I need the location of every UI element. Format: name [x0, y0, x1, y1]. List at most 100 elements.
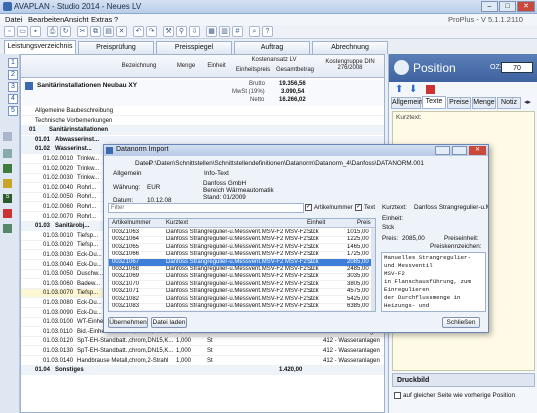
new-icon[interactable]: ▫	[4, 26, 15, 37]
oz-input[interactable]: 70	[501, 62, 533, 73]
level-4-button[interactable]: 4	[8, 94, 18, 104]
col-einheit[interactable]: Einheit	[307, 220, 325, 226]
langtext-line: und Messventil	[384, 262, 433, 269]
filter-artnr-checkbox[interactable]: ✓	[305, 204, 312, 211]
position-icon[interactable]	[3, 149, 12, 158]
row-text: Trinkw...	[77, 156, 100, 162]
langtext-box[interactable]: Manuelles Strangregulier- und Messventil…	[381, 252, 486, 312]
cut-icon[interactable]: ✂	[77, 26, 88, 37]
yellow-icon[interactable]	[3, 179, 12, 188]
filter-text-checkbox[interactable]: ✓	[355, 204, 362, 211]
col-kurztext[interactable]: Kurztext	[166, 220, 188, 226]
uebernehmen-button[interactable]: Übernehmen	[108, 317, 148, 328]
level-5-button[interactable]: 5	[8, 106, 18, 116]
schliessen-button[interactable]: Schließen	[442, 317, 480, 328]
level-2-button[interactable]: 2	[8, 70, 18, 80]
table-row[interactable]: 01 Sanitärinstallationen	[21, 126, 384, 136]
dialog-minimize-icon[interactable]	[435, 146, 450, 155]
table-row[interactable]: 01.03.0120 SpT-EH-Standbatt.,chrom,DN15,K…	[21, 337, 384, 347]
list-item[interactable]: 003Z1083 Danfoss Strangregulier-u.Messven…	[109, 303, 371, 311]
tab-preisspiegel[interactable]: Preisspiegel	[156, 41, 232, 54]
delete-position-icon[interactable]	[426, 85, 435, 94]
col-einheitspreis[interactable]: Einheitspreis	[233, 67, 273, 73]
list-cell-kurz: Danfoss Strangregulier-u.Messvent.MSV-F2…	[166, 251, 314, 258]
row-text: Sonstiges	[55, 367, 84, 374]
menu-datei[interactable]: Datei	[5, 15, 23, 24]
info-line-2: Bereich Wärmeautomatik	[203, 187, 274, 194]
dialog-close-icon[interactable]: ✕	[469, 146, 486, 155]
search-icon[interactable]: ⌕	[249, 26, 260, 37]
datei-laden-button[interactable]: Datei laden	[151, 317, 187, 328]
article-list[interactable]: Artikelnummer Kurztext Einheit Preis 003…	[108, 218, 376, 312]
filter-input[interactable]: Filter	[108, 203, 304, 213]
col-kostengruppe[interactable]: Kostengruppe DIN 276/2008	[319, 59, 381, 71]
col-einheit[interactable]: Einheit	[204, 63, 229, 69]
subtab-allgemein[interactable]: Allgemein	[391, 97, 423, 109]
list-cell-artnr: 003Z1082	[112, 295, 140, 302]
subtab-menge[interactable]: Menge	[472, 97, 496, 109]
col-gesamtbetrag[interactable]: Gesamtbetrag	[275, 67, 315, 73]
project-row[interactable]: Sanitärinstallationen Neubau XY Brutto 1…	[23, 80, 384, 106]
close-icon[interactable]: ✕	[517, 1, 535, 12]
tab-preispruefung[interactable]: Preisprüfung	[78, 41, 154, 54]
import-icon[interactable]: ⇩	[189, 26, 200, 37]
open-icon[interactable]: ▭	[17, 26, 28, 37]
delete-icon[interactable]: ✕	[116, 26, 127, 37]
menu-bearbeiten[interactable]: Bearbeiten	[28, 15, 64, 24]
copy-icon[interactable]: ⧉	[90, 26, 101, 37]
menu-help[interactable]: ?	[114, 15, 118, 24]
row-number: 01.03.0060	[43, 280, 74, 287]
subtab-notiz[interactable]: Notiz	[497, 97, 521, 109]
s-icon[interactable]: S	[3, 194, 12, 203]
tab-leistungsverzeichnis[interactable]: Leistungsverzeichnis	[4, 40, 76, 54]
maximize-icon[interactable]: □	[499, 1, 516, 12]
level-1-button[interactable]: 1	[8, 58, 18, 68]
col-artikelnummer[interactable]: Artikelnummer	[112, 220, 151, 226]
dialog-maximize-icon[interactable]	[452, 146, 467, 155]
grid-icon[interactable]: ▦	[206, 26, 217, 37]
subtab-texte[interactable]: Texte	[422, 96, 446, 109]
menu-extras[interactable]: Extras	[91, 15, 112, 24]
red-icon[interactable]	[3, 209, 12, 218]
tools-icon[interactable]: ⚒	[163, 26, 174, 37]
table-row[interactable]: 01.03.0130 SpT-EH-Standbatt.,chrom,DN15,K…	[21, 347, 384, 356]
save-icon[interactable]: ▪	[30, 26, 41, 37]
checkbox-row[interactable]: auf gleicher Seite wie vorherige Positio…	[394, 392, 537, 402]
redo-icon[interactable]: ↷	[146, 26, 157, 37]
col-preis[interactable]: Preis	[357, 220, 371, 226]
subtab-preise[interactable]: Preise	[447, 97, 471, 109]
col-bezeichnung[interactable]: Bezeichnung	[109, 63, 169, 69]
menu-ansicht[interactable]: Ansicht	[64, 15, 89, 24]
arrow-down-icon[interactable]: ⬇	[409, 84, 419, 95]
tab-scroll-icon[interactable]: ◂▸	[524, 98, 531, 106]
langtext-line: Heizungs- und	[384, 302, 430, 309]
table-row[interactable]: Technische Vorbemerkungen	[21, 117, 384, 126]
tab-abrechnung[interactable]: Abrechnung	[312, 41, 388, 54]
level-3-button[interactable]: 3	[8, 82, 18, 92]
calc-icon[interactable]: #	[232, 26, 243, 37]
same-page-checkbox[interactable]	[394, 392, 401, 399]
list-icon[interactable]	[3, 224, 12, 233]
arrow-up-icon[interactable]: ⬆	[395, 84, 405, 95]
paste-icon[interactable]: ▤	[103, 26, 114, 37]
dialog-titlebar: Datanorm Import ✕	[104, 145, 488, 156]
help-icon[interactable]: ?	[262, 26, 273, 37]
list-scrollbar[interactable]	[371, 228, 375, 311]
tab-auftrag[interactable]: Auftrag	[234, 41, 310, 54]
refresh-icon[interactable]: ↻	[60, 26, 71, 37]
col-menge[interactable]: Menge	[171, 63, 201, 69]
print-icon[interactable]: ⎙	[47, 26, 58, 37]
table-row[interactable]: 01.03.0140 Handbrause Metall,chrom,2-Stra…	[21, 357, 384, 366]
menu-bar: Datei Bearbeiten Ansicht Extras ? ProPlu…	[0, 14, 537, 25]
undo-icon[interactable]: ↶	[133, 26, 144, 37]
green-icon[interactable]	[3, 164, 12, 173]
minimize-icon[interactable]: –	[481, 1, 498, 12]
table-row[interactable]: 01.04 Sonstiges 1.420,00	[21, 366, 384, 376]
table-icon[interactable]: ▥	[219, 26, 230, 37]
table-row[interactable]: Allgemeine Baubeschreibung	[21, 107, 384, 116]
row-number: 01.03.0050	[43, 271, 74, 278]
link-icon[interactable]: ⚲	[176, 26, 187, 37]
row-text: Eck-Du...	[77, 261, 102, 268]
folder-icon[interactable]	[3, 132, 12, 141]
row-text: Rohrl...	[77, 184, 97, 191]
